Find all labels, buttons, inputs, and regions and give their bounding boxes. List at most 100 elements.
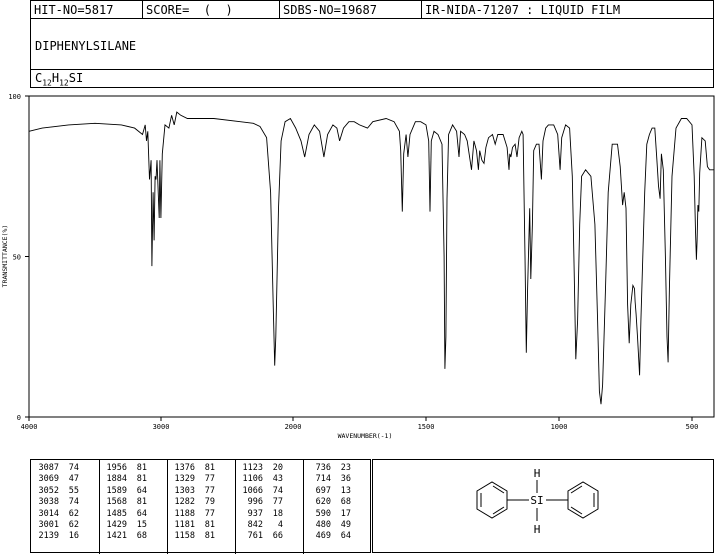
peak-transmittance: 15 — [136, 520, 147, 531]
peak-wavenumber: 1421 — [106, 531, 127, 542]
peak-transmittance: 62 — [68, 508, 79, 519]
h-bottom-label: H — [534, 523, 541, 536]
peak-transmittance: 77 — [204, 508, 215, 519]
y-axis-label: TRANSMITTANCE(%) — [1, 225, 9, 288]
peak-transmittance: 74 — [68, 497, 79, 508]
peak-transmittance: 55 — [68, 485, 79, 496]
peak-row: 842 4 — [237, 520, 283, 531]
peak-wavenumber: 1956 — [106, 463, 127, 473]
peak-wavenumber: 3052 — [38, 485, 59, 496]
peak-transmittance: 81 — [204, 531, 215, 542]
peak-wavenumber: 590 — [315, 508, 331, 519]
peak-row: 1421 68 — [101, 531, 147, 542]
peak-transmittance: 17 — [340, 508, 351, 519]
peak-transmittance: 49 — [340, 520, 351, 531]
peak-row: 3014 62 — [33, 509, 79, 520]
peak-transmittance: 77 — [272, 497, 283, 508]
peak-wavenumber: 1158 — [174, 531, 195, 542]
x-tick-label: 1000 — [551, 423, 568, 431]
peak-column-divider — [99, 460, 100, 554]
x-axis-label: WAVENUMBER(-1) — [338, 432, 393, 440]
plot-frame — [28, 95, 715, 418]
peak-row: 1376 81 — [169, 463, 215, 474]
peak-wavenumber: 1066 — [242, 485, 263, 496]
right-ring-double-bond — [570, 485, 583, 494]
peak-transmittance: 81 — [204, 520, 215, 531]
peak-wavenumber: 480 — [315, 520, 331, 531]
peak-wavenumber: 1485 — [106, 508, 127, 519]
peak-wavenumber: 3038 — [38, 497, 59, 508]
peak-wavenumber: 736 — [315, 463, 331, 473]
peak-column: 1123 20 1106 43 1066 74 996 77 937 18 842 4 761 66 — [237, 463, 283, 543]
peak-wavenumber: 1106 — [242, 474, 263, 485]
peak-row: 3038 74 — [33, 497, 79, 508]
peak-wavenumber: 2139 — [38, 531, 59, 542]
peak-column: 3087 74 3069 47 3052 55 3038 74 3014 62 3001 62 2139… — [33, 463, 79, 543]
spectrum-line — [28, 111, 714, 405]
peak-wavenumber: 1376 — [174, 463, 195, 473]
peak-wavenumber: 1303 — [174, 485, 195, 496]
peak-transmittance: 36 — [340, 474, 351, 485]
peak-wavenumber: 469 — [315, 531, 331, 542]
peak-transmittance: 68 — [340, 497, 351, 508]
x-tick-label: 1500 — [418, 423, 435, 431]
peak-wavenumber: 1568 — [106, 497, 127, 508]
peak-row: 590 17 — [305, 509, 351, 520]
peak-transmittance: 23 — [340, 463, 351, 473]
peak-row: 761 66 — [237, 531, 283, 542]
peak-wavenumber: 761 — [247, 531, 263, 542]
peak-wavenumber: 937 — [247, 508, 263, 519]
peak-transmittance: 64 — [136, 508, 147, 519]
x-tick-label: 4000 — [21, 423, 38, 431]
peak-column-divider — [303, 460, 304, 554]
peak-row: 620 68 — [305, 497, 351, 508]
peak-transmittance: 81 — [204, 463, 215, 473]
peak-transmittance: 81 — [136, 474, 147, 485]
peak-column: 1956 81 1884 81 1589 64 1568 81 1485 64 1429 15 1421… — [101, 463, 147, 543]
peak-transmittance: 74 — [272, 485, 283, 496]
peak-row: 714 36 — [305, 474, 351, 485]
peak-wavenumber: 1429 — [106, 520, 127, 531]
peak-transmittance: 20 — [272, 463, 283, 473]
h-top-label: H — [534, 467, 541, 480]
peak-transmittance: 81 — [136, 497, 147, 508]
y-tick-label: 100 — [8, 93, 21, 101]
peak-transmittance: 81 — [136, 463, 147, 473]
peak-column-divider — [167, 460, 168, 554]
peak-row: 480 49 — [305, 520, 351, 531]
peak-row: 1181 81 — [169, 520, 215, 531]
peak-transmittance: 18 — [272, 508, 283, 519]
peak-wavenumber: 1884 — [106, 474, 127, 485]
peak-wavenumber: 3069 — [38, 474, 59, 485]
si-atom-label: SI — [530, 494, 543, 507]
peak-row: 1188 77 — [169, 509, 215, 520]
ir-spectrum-chart: 4000 3000 2000 1500 1000 500 100500 WAVENUMBE… — [1, 93, 715, 440]
peak-transmittance: 47 — [68, 474, 79, 485]
peak-transmittance: 77 — [204, 474, 215, 485]
peak-row: 1884 81 — [101, 474, 147, 485]
structure-box: SI H H — [372, 459, 714, 553]
peak-wavenumber: 842 — [247, 520, 263, 531]
peak-row: 1158 81 — [169, 531, 215, 542]
peak-row: 937 18 — [237, 509, 283, 520]
peak-column-divider — [235, 460, 236, 554]
peak-wavenumber: 3087 — [38, 463, 59, 473]
left-ring-double-bond — [492, 485, 505, 494]
peak-transmittance: 43 — [272, 474, 283, 485]
peak-wavenumber: 996 — [247, 497, 263, 508]
peak-transmittance: 77 — [204, 485, 215, 496]
peak-row: 1956 81 — [101, 463, 147, 474]
peak-row: 3052 55 — [33, 486, 79, 497]
x-tick-label: 3000 — [153, 423, 170, 431]
peak-column: 736 23 714 36 697 13 620 68 590 17 480 49 469 64 — [305, 463, 351, 543]
y-tick-label: 0 — [17, 414, 21, 422]
x-axis-ticks: 4000 3000 2000 1500 1000 500 — [21, 417, 698, 431]
peak-row: 1282 79 — [169, 497, 215, 508]
peak-wavenumber: 714 — [315, 474, 331, 485]
left-ring-double-bond — [492, 506, 505, 515]
peak-wavenumber: 1282 — [174, 497, 195, 508]
structure-diagram: SI H H — [476, 467, 599, 536]
peak-row: 1329 77 — [169, 474, 215, 485]
peak-transmittance: 64 — [136, 485, 147, 496]
x-tick-label: 2000 — [285, 423, 302, 431]
